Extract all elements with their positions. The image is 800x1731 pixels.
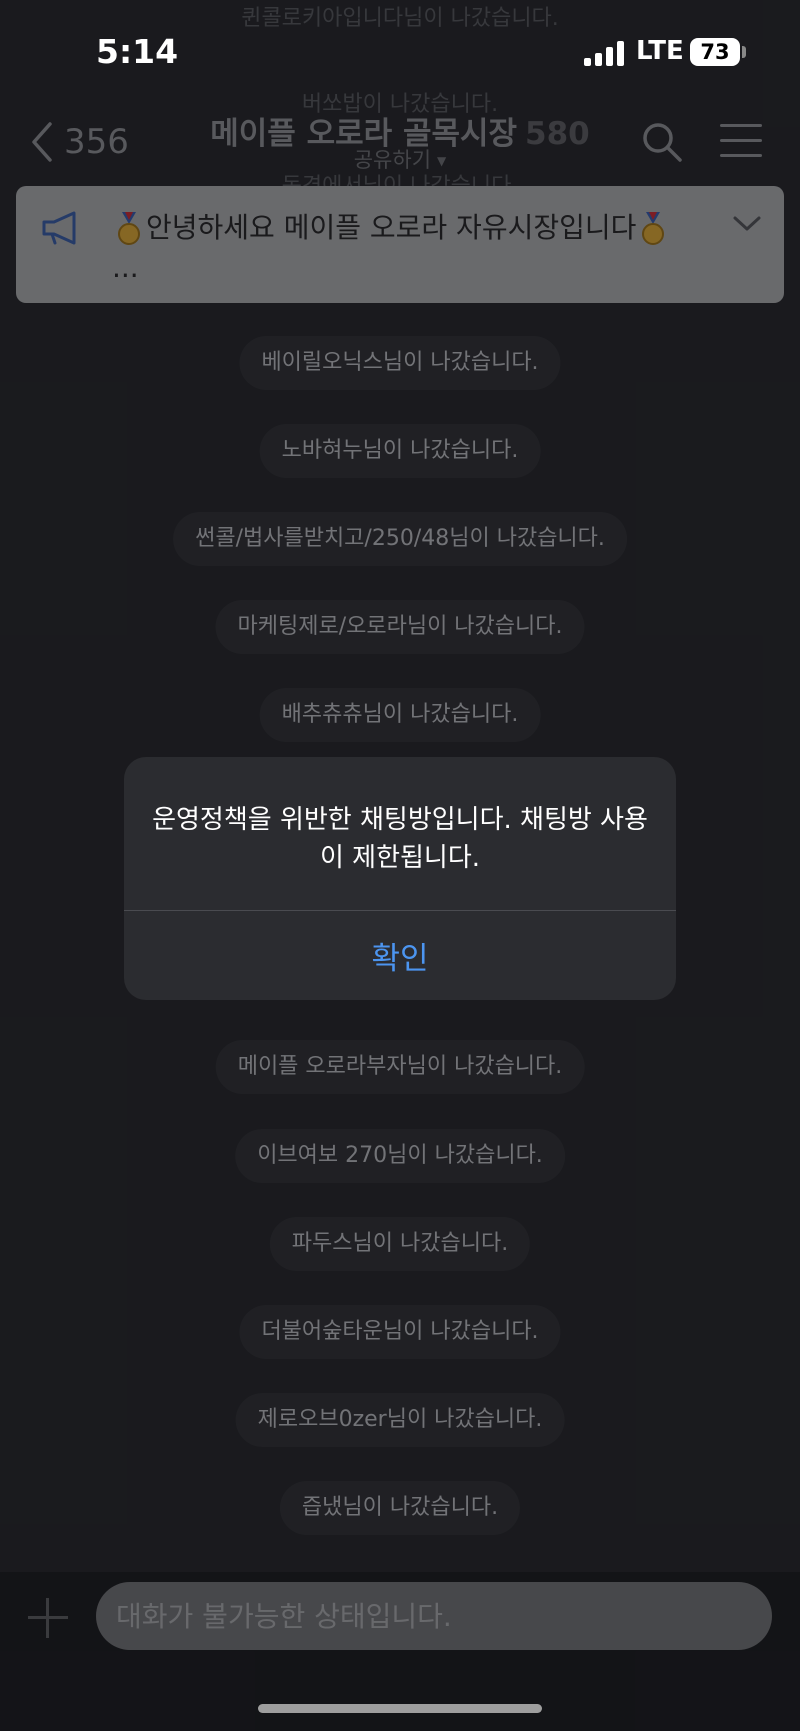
dialog-message: 운영정책을 위반한 채팅방입니다. 채팅방 사용이 제한됩니다. (152, 805, 648, 873)
status-time: 5:14 (96, 32, 179, 71)
battery-icon (742, 46, 746, 58)
signal-icon (584, 40, 626, 66)
network-type: LTE (636, 36, 684, 66)
confirm-button[interactable]: 확인 (124, 911, 676, 1000)
alert-dialog: 운영정책을 위반한 채팅방입니다. 채팅방 사용이 제한됩니다. 확인 (124, 757, 676, 1000)
battery-level: 73 (690, 38, 740, 66)
